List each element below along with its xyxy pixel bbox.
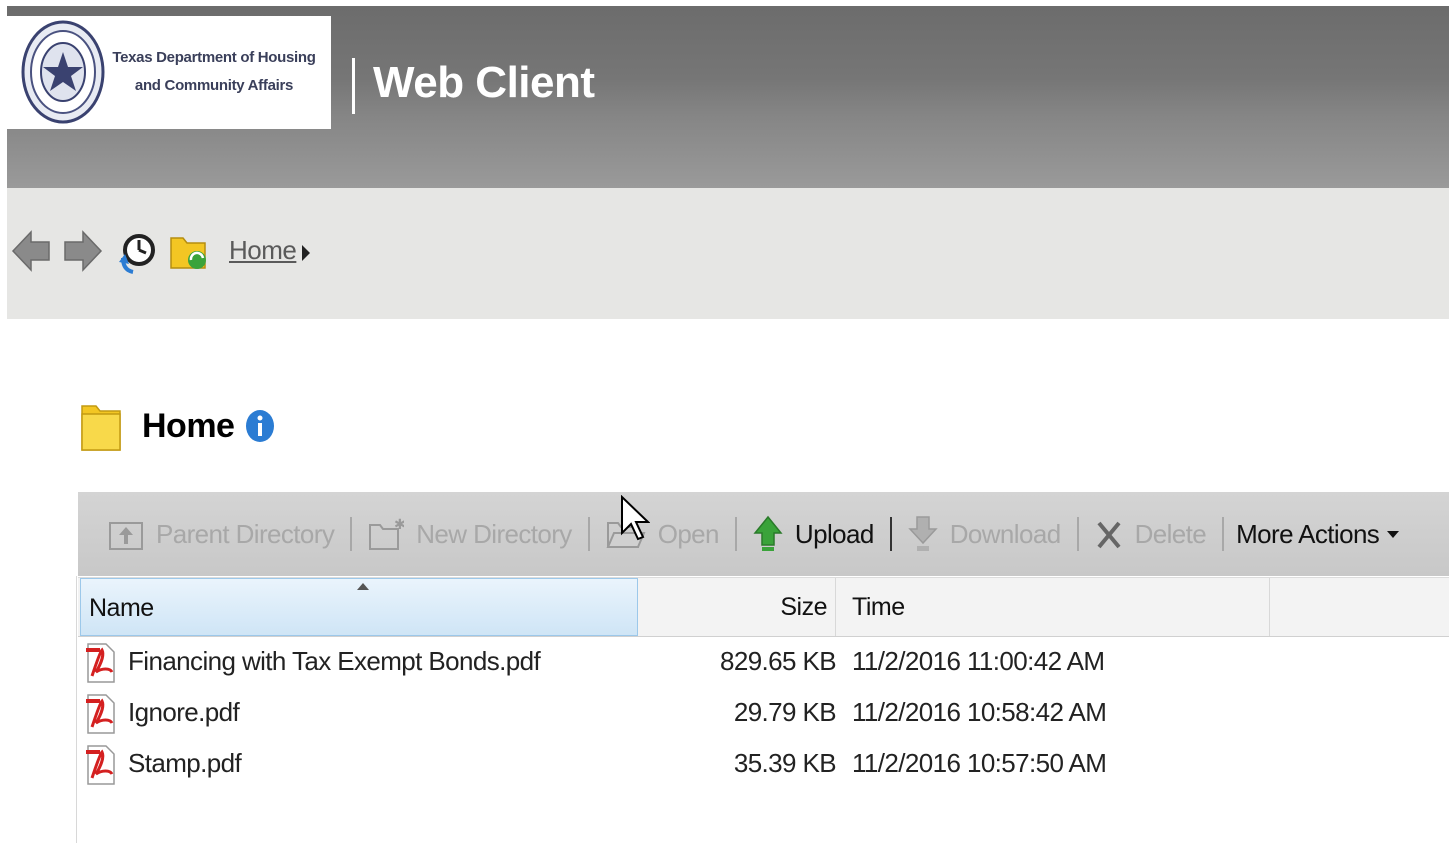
column-header-time[interactable]: Time: [844, 578, 1270, 636]
sort-ascending-icon: [357, 583, 369, 590]
file-list: Financing with Tax Exempt Bonds.pdf 829.…: [78, 636, 1449, 789]
app-title: Web Client: [373, 58, 595, 107]
toolbar: Parent Directory ✱ New Directory Open Up…: [78, 492, 1449, 576]
table-row[interactable]: Financing with Tax Exempt Bonds.pdf 829.…: [78, 636, 1449, 687]
more-actions-label: More Actions: [1236, 518, 1380, 549]
new-directory-label: New Directory: [416, 518, 572, 549]
pdf-icon: [86, 643, 115, 683]
table-left-border: [76, 576, 77, 843]
file-name: Ignore.pdf: [128, 697, 240, 727]
parent-directory-button[interactable]: Parent Directory: [108, 509, 335, 559]
upload-button[interactable]: Upload: [753, 509, 874, 559]
toolbar-separator: [889, 517, 892, 551]
arrow-right-icon[interactable]: [63, 228, 103, 274]
file-name: Financing with Tax Exempt Bonds.pdf: [128, 646, 541, 676]
open-label: Open: [657, 518, 720, 549]
column-header-name-label: Name: [89, 594, 154, 622]
folder-icon: [81, 405, 121, 451]
page-title: Home: [142, 406, 235, 445]
column-header-name[interactable]: Name: [80, 578, 638, 636]
navigation-bar: Home: [7, 188, 1449, 319]
table-header: Name Size Time: [78, 577, 1449, 637]
folder-sync-icon[interactable]: [169, 230, 209, 274]
download-arrow-icon: [907, 516, 938, 551]
logo-line-2: and Community Affairs: [134, 77, 294, 94]
parent-directory-icon: [109, 522, 143, 550]
delete-label: Delete: [1134, 518, 1207, 549]
folder-heading: Home: [80, 400, 276, 452]
history-clock-icon[interactable]: [117, 228, 157, 276]
delete-button[interactable]: Delete: [1095, 509, 1207, 559]
upload-arrow-icon: [753, 515, 783, 551]
pdf-icon: [86, 745, 115, 785]
breadcrumb-home-link[interactable]: Home: [229, 235, 297, 266]
file-time: 11/2/2016 10:58:42 AM: [852, 697, 1107, 727]
breadcrumb: Home: [229, 235, 311, 266]
toolbar-separator: [734, 517, 737, 551]
app-header: Texas Department of Housing and Communit…: [7, 6, 1449, 188]
logo-line-1: Texas Department of Housing: [112, 49, 316, 66]
info-icon[interactable]: [244, 408, 276, 444]
mouse-cursor-icon: [621, 495, 650, 541]
download-label: Download: [949, 518, 1061, 549]
toolbar-separator: [1222, 517, 1225, 551]
header-divider: [352, 58, 355, 114]
toolbar-separator: [587, 517, 590, 551]
logo: Texas Department of Housing and Communit…: [7, 16, 331, 129]
breadcrumb-arrow-icon: [302, 244, 311, 261]
parent-directory-label: Parent Directory: [156, 518, 335, 549]
download-button[interactable]: Download: [907, 509, 1061, 559]
logo-text: Texas Department of Housing and Communit…: [107, 44, 321, 100]
file-size: 29.79 KB: [733, 697, 837, 727]
upload-label: Upload: [794, 518, 874, 549]
more-actions-button[interactable]: More Actions: [1236, 509, 1400, 559]
column-header-size[interactable]: Size: [640, 578, 836, 636]
chevron-down-icon: [1387, 530, 1400, 538]
toolbar-separator: [1076, 517, 1079, 551]
delete-x-icon: [1097, 521, 1121, 549]
file-time: 11/2/2016 10:57:50 AM: [852, 748, 1107, 778]
state-seal-icon: [21, 20, 105, 124]
arrow-left-icon[interactable]: [11, 228, 51, 274]
table-row[interactable]: Stamp.pdf 35.39 KB 11/2/2016 10:57:50 AM: [78, 738, 1449, 789]
file-time: 11/2/2016 11:00:42 AM: [852, 646, 1105, 676]
file-size: 829.65 KB: [719, 646, 837, 676]
table-row[interactable]: Ignore.pdf 29.79 KB 11/2/2016 10:58:42 A…: [78, 687, 1449, 738]
pdf-icon: [86, 694, 115, 734]
new-directory-icon: ✱: [369, 517, 404, 550]
new-directory-button[interactable]: ✱ New Directory: [368, 509, 572, 559]
file-name: Stamp.pdf: [128, 748, 242, 778]
file-size: 35.39 KB: [733, 748, 837, 778]
toolbar-separator: [350, 517, 353, 551]
svg-text:✱: ✱: [394, 517, 404, 533]
